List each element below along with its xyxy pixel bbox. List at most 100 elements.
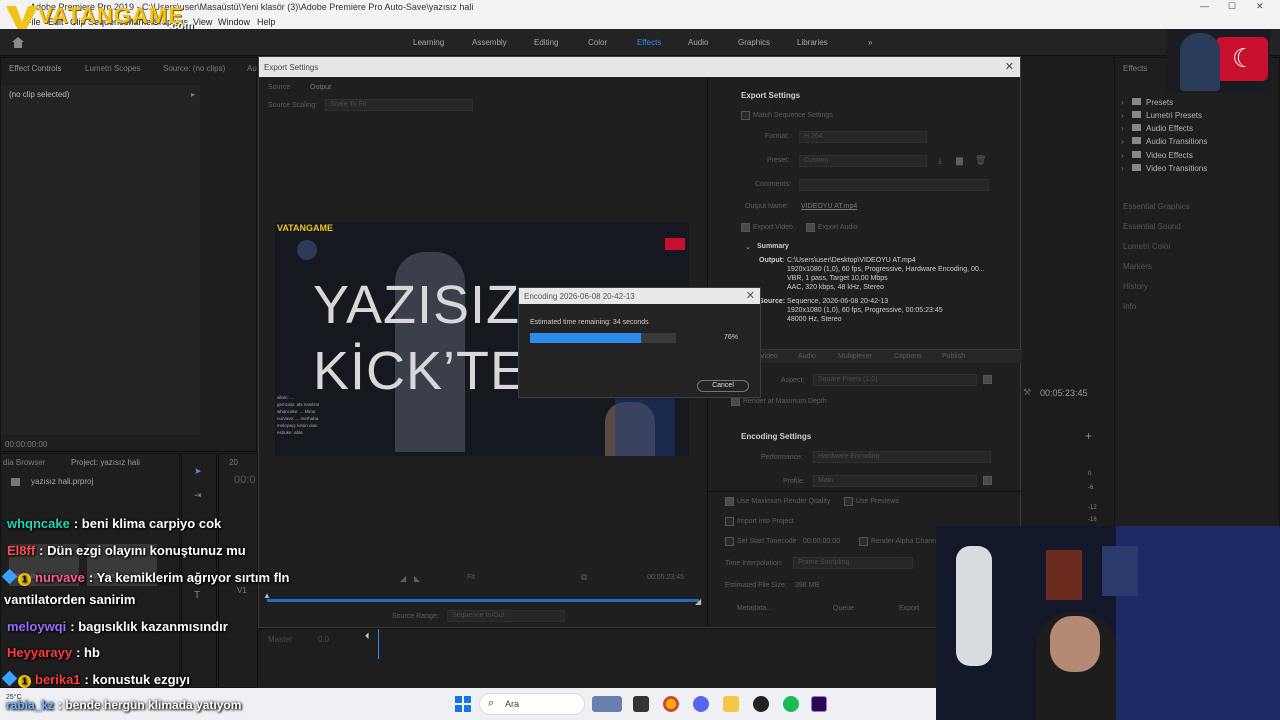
obs-icon[interactable] <box>753 696 769 712</box>
time-interpolation-select[interactable]: Frame Sampling <box>793 557 913 569</box>
workspace-overflow-button[interactable]: » <box>868 38 872 47</box>
workspace-assembly[interactable]: Assembly <box>472 38 507 47</box>
maximize-button[interactable]: ☐ <box>1228 1 1236 12</box>
effect-controls-timecode[interactable]: 00:00:00:00 <box>5 440 47 449</box>
minimize-button[interactable]: — <box>1200 1 1209 11</box>
tab-captions[interactable]: Captions <box>894 353 922 360</box>
tab-sequence[interactable]: 20 <box>229 458 238 467</box>
taskbar-search[interactable]: ⌕ Ara <box>479 693 585 715</box>
selection-tool-icon[interactable]: ➤ <box>194 466 202 477</box>
start-timecode-checkbox[interactable] <box>725 537 734 546</box>
home-icon[interactable] <box>12 37 24 48</box>
tab-media-browser[interactable]: dia Browser <box>3 458 45 467</box>
workspace-color[interactable]: Color <box>588 38 607 47</box>
tab-multiplexer[interactable]: Multiplexer <box>838 353 872 360</box>
tab-source-preview[interactable]: Source <box>268 84 290 91</box>
widgets-icon[interactable] <box>592 696 622 712</box>
crop-icon[interactable]: ⧉ <box>581 572 587 583</box>
menu-help[interactable]: Help <box>257 17 276 27</box>
tab-output-preview[interactable]: Output <box>310 84 331 91</box>
add-button-icon[interactable]: + <box>1085 429 1092 443</box>
task-view-icon[interactable] <box>633 696 649 712</box>
panel-essential-graphics[interactable]: Essential Graphics <box>1123 202 1190 211</box>
preview-chat-line: gemzalp: abi nasılsın <box>277 402 320 407</box>
discord-icon[interactable] <box>693 696 709 712</box>
profile-select[interactable]: Main <box>813 475 977 487</box>
tab-source[interactable]: Source: (no clips) <box>163 64 225 73</box>
panel-info[interactable]: Info <box>1123 302 1136 311</box>
chrome-icon[interactable] <box>663 696 679 712</box>
encoding-dialog-close-button[interactable]: ✕ <box>746 289 755 302</box>
export-dialog-close-button[interactable]: ✕ <box>1005 60 1014 73</box>
start-timecode-value[interactable]: 00:00:00:00 <box>803 538 840 545</box>
workspace-effects[interactable]: Effects <box>637 38 661 47</box>
panel-markers[interactable]: Markers <box>1123 262 1152 271</box>
scrubber-out-marker[interactable]: ◢ <box>695 597 701 606</box>
summary-output-line: AAC, 320 kbps, 48 kHz, Stereo <box>787 284 884 291</box>
panel-history[interactable]: History <box>1123 282 1148 291</box>
summary-toggle-icon[interactable]: ⌄ <box>745 243 751 251</box>
encoding-cancel-button[interactable]: Cancel <box>697 380 749 392</box>
tab-audio-clip-mixer[interactable]: Au <box>247 64 257 73</box>
panel-essential-sound[interactable]: Essential Sound <box>1123 222 1181 231</box>
workspace-libraries[interactable]: Libraries <box>797 38 828 47</box>
workspace-learning[interactable]: Learning <box>413 38 444 47</box>
save-preset-icon[interactable]: ⤓ <box>938 155 942 166</box>
timeline-timecode[interactable]: 00:0 <box>234 474 255 486</box>
tab-project[interactable]: Project: yazısız hali <box>71 458 140 467</box>
preset-select[interactable]: Custom <box>799 155 927 167</box>
import-project-checkbox[interactable] <box>725 517 734 526</box>
source-range-select[interactable]: Sequence In/Out <box>447 610 565 622</box>
preset-label: Preset: <box>767 157 790 164</box>
chat-username: nurvave <box>35 570 85 585</box>
tab-effect-controls[interactable]: Effect Controls <box>9 64 61 73</box>
close-window-button[interactable]: ✕ <box>1256 1 1264 12</box>
panel-lumetri-color[interactable]: Lumetri Color <box>1123 242 1171 251</box>
profile-checkbox[interactable] <box>983 476 992 485</box>
workspace-editing[interactable]: Editing <box>534 38 558 47</box>
menu-window[interactable]: Window <box>218 17 250 27</box>
fit-select[interactable]: Fit <box>467 574 475 581</box>
premiere-pro-icon[interactable] <box>811 696 827 712</box>
start-button-icon[interactable] <box>455 696 471 712</box>
aspect-select[interactable]: Square Pixels (1.0) <box>813 374 977 386</box>
spotify-icon[interactable] <box>783 696 799 712</box>
tab-publish[interactable]: Publish <box>942 353 965 360</box>
effect-controls-panel: Effect Controls Lumetri Scopes Source: (… <box>0 57 257 452</box>
workspace-audio[interactable]: Audio <box>688 38 708 47</box>
mark-out-icon[interactable]: ◣ <box>414 574 420 583</box>
panel-arrow-icon[interactable]: ▸ <box>191 90 195 99</box>
tab-video[interactable]: Video <box>760 353 778 360</box>
chat-message: rabia_kz: bende hergün klimada yatıyom <box>6 698 241 712</box>
program-timecode[interactable]: 00:05:23:45 <box>1040 388 1088 398</box>
export-button[interactable]: Export <box>899 605 919 612</box>
output-name-link[interactable]: VIDEOYU AT.mp4 <box>801 203 857 210</box>
chat-text: vantilatorden sanirim <box>4 592 136 607</box>
file-explorer-icon[interactable] <box>723 696 739 712</box>
aspect-label: Aspect: <box>781 377 805 384</box>
comments-input[interactable] <box>799 179 989 191</box>
render-max-depth-checkbox[interactable] <box>731 397 740 406</box>
match-sequence-checkbox[interactable] <box>741 111 750 120</box>
render-alpha-checkbox[interactable] <box>859 537 868 546</box>
delete-preset-icon[interactable]: 🗑 <box>975 155 986 166</box>
tab-lumetri-scopes[interactable]: Lumetri Scopes <box>85 64 141 73</box>
source-scaling-select[interactable]: Scale To Fit <box>325 99 473 111</box>
export-video-checkbox[interactable] <box>741 223 750 232</box>
format-select[interactable]: H.264 <box>799 131 927 143</box>
wrench-icon[interactable]: ⚒ <box>1023 387 1031 398</box>
effects-panel-title[interactable]: Effects <box>1123 64 1147 73</box>
mark-in-icon[interactable]: ◢ <box>400 574 406 583</box>
import-preset-icon[interactable]: ▆ <box>956 155 963 166</box>
export-audio-checkbox[interactable] <box>806 223 815 232</box>
max-render-quality-checkbox[interactable] <box>725 497 734 506</box>
aspect-checkbox[interactable] <box>983 375 992 384</box>
chat-message: El8ff: Dün ezgi olayını konuştunuz mu <box>7 543 246 558</box>
queue-button[interactable]: Queue <box>833 605 854 612</box>
metadata-button[interactable]: Metadata... <box>737 605 772 612</box>
use-previews-checkbox[interactable] <box>844 497 853 506</box>
tab-audio[interactable]: Audio <box>798 353 816 360</box>
track-select-tool-icon[interactable]: ⇥ <box>194 490 202 501</box>
workspace-graphics[interactable]: Graphics <box>738 38 770 47</box>
performance-select[interactable]: Hardware Encoding <box>813 451 991 463</box>
